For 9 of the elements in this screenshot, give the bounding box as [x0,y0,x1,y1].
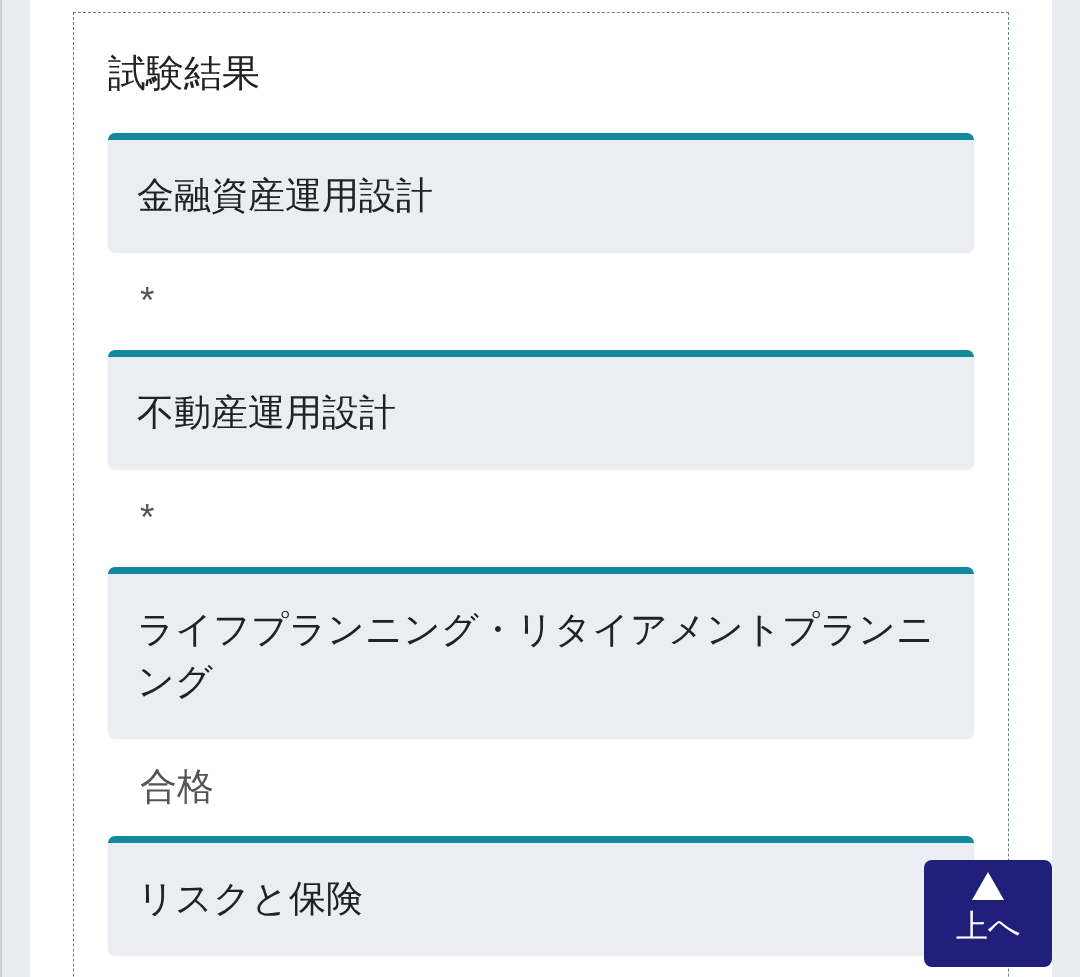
result-text: * [140,496,155,540]
back-to-top-button[interactable]: 上へ [924,860,1052,967]
subject-heading: 金融資産運用設計 [108,133,974,252]
result-text: * [140,279,155,323]
result-text: 合格 [140,765,214,809]
subject-heading: 不動産運用設計 [108,350,974,469]
subject-heading: ライフプランニング・リタイアメントプランニング [108,567,974,738]
section-title: 試験結果 [108,51,260,96]
triangle-up-icon [972,872,1004,900]
